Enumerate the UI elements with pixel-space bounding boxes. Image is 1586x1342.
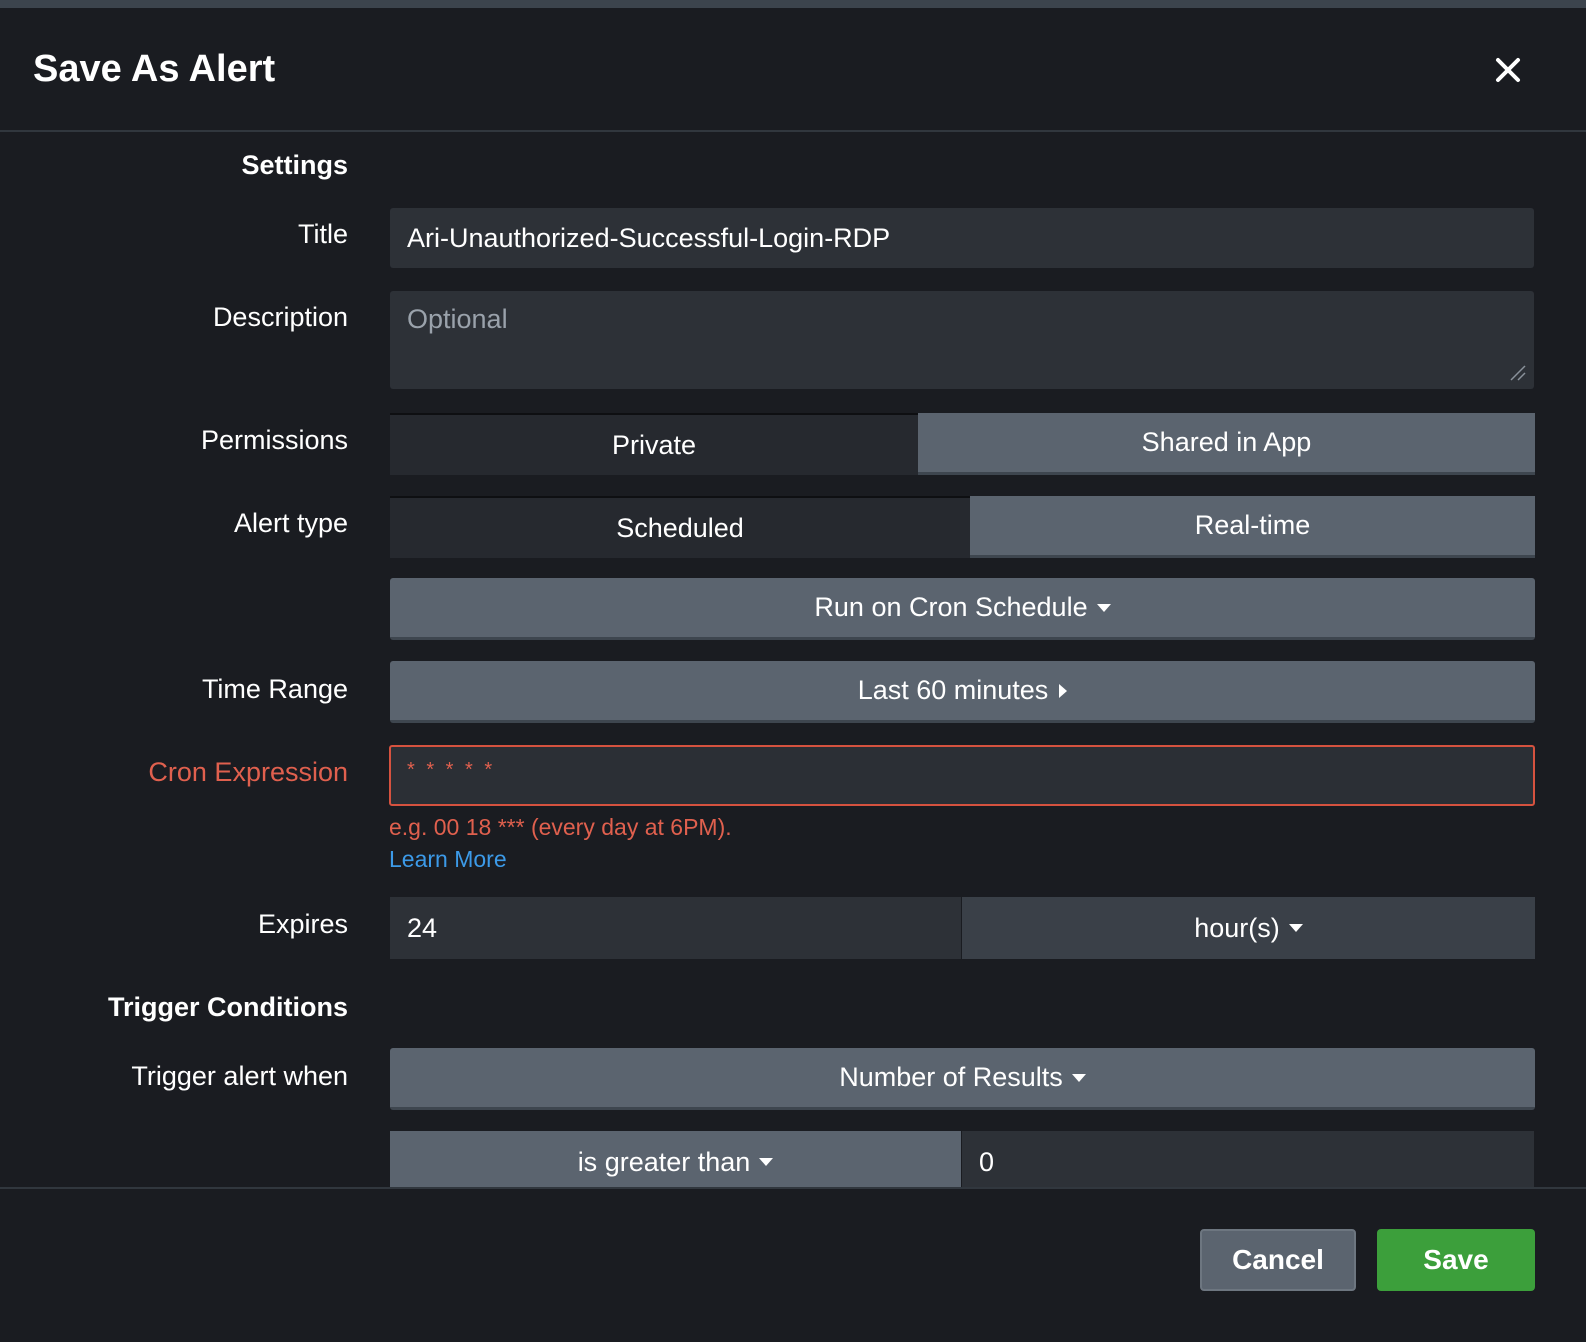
permissions-option-private[interactable]: Private (390, 413, 918, 475)
comparison-dropdown[interactable]: is greater than (390, 1131, 961, 1193)
expires-input[interactable]: 24 (390, 897, 961, 959)
time-range-value: Last 60 minutes (857, 675, 1049, 705)
permissions-option-shared-in-app[interactable]: Shared in App (918, 413, 1535, 475)
permissions-toggle: Private Shared in App (390, 413, 1535, 475)
title-input[interactable]: Ari-Unauthorized-Successful-Login-RDP (390, 208, 1534, 268)
expires-unit-dropdown[interactable]: hour(s) (962, 897, 1535, 959)
cancel-button[interactable]: Cancel (1200, 1229, 1356, 1291)
schedule-dropdown-label: Run on Cron Schedule (814, 592, 1088, 622)
cron-expression-input[interactable]: * * * * * (389, 745, 1535, 806)
learn-more-link[interactable]: Learn More (389, 846, 507, 873)
caret-right-icon (1059, 683, 1068, 698)
threshold-input[interactable]: 0 (962, 1131, 1534, 1193)
trigger-alert-when-label: Trigger alert when (131, 1061, 348, 1091)
resize-handle-icon[interactable] (1508, 363, 1526, 381)
settings-section-label: Settings (241, 150, 348, 180)
trigger-conditions-section-label: Trigger Conditions (108, 992, 348, 1022)
description-label: Description (212, 302, 348, 332)
permissions-label: Permissions (200, 425, 348, 455)
time-range-label: Time Range (201, 674, 348, 704)
dialog-header: Save As Alert (0, 8, 1586, 132)
cron-help-text: e.g. 00 18 *** (every day at 6PM). (389, 814, 732, 840)
comparison-label: is greater than (577, 1146, 751, 1177)
alert-type-toggle: Scheduled Real-time (390, 496, 1535, 558)
caret-down-icon (1071, 1073, 1086, 1082)
expires-unit-label: hour(s) (1194, 912, 1280, 943)
caret-down-icon (1288, 924, 1303, 932)
background-app-strip (0, 0, 1586, 8)
alert-type-option-real-time[interactable]: Real-time (970, 496, 1535, 558)
expires-label: Expires (257, 909, 348, 939)
schedule-dropdown[interactable]: Run on Cron Schedule (390, 578, 1535, 640)
description-placeholder: Optional (407, 304, 508, 334)
alert-type-label: Alert type (233, 508, 348, 538)
trigger-condition-dropdown[interactable]: Number of Results (390, 1048, 1535, 1110)
trigger-condition-label: Number of Results (839, 1062, 1063, 1092)
caret-down-icon (759, 1158, 774, 1166)
time-range-picker[interactable]: Last 60 minutes (390, 661, 1535, 723)
alert-type-option-scheduled[interactable]: Scheduled (390, 496, 970, 558)
close-icon[interactable] (1490, 52, 1526, 88)
save-button[interactable]: Save (1377, 1229, 1535, 1291)
dialog-title: Save As Alert (33, 48, 276, 90)
caret-down-icon (1096, 603, 1111, 612)
title-label: Title (297, 219, 348, 249)
description-textarea[interactable]: Optional (390, 291, 1534, 389)
cron-expression-label: Cron Expression (148, 757, 348, 787)
